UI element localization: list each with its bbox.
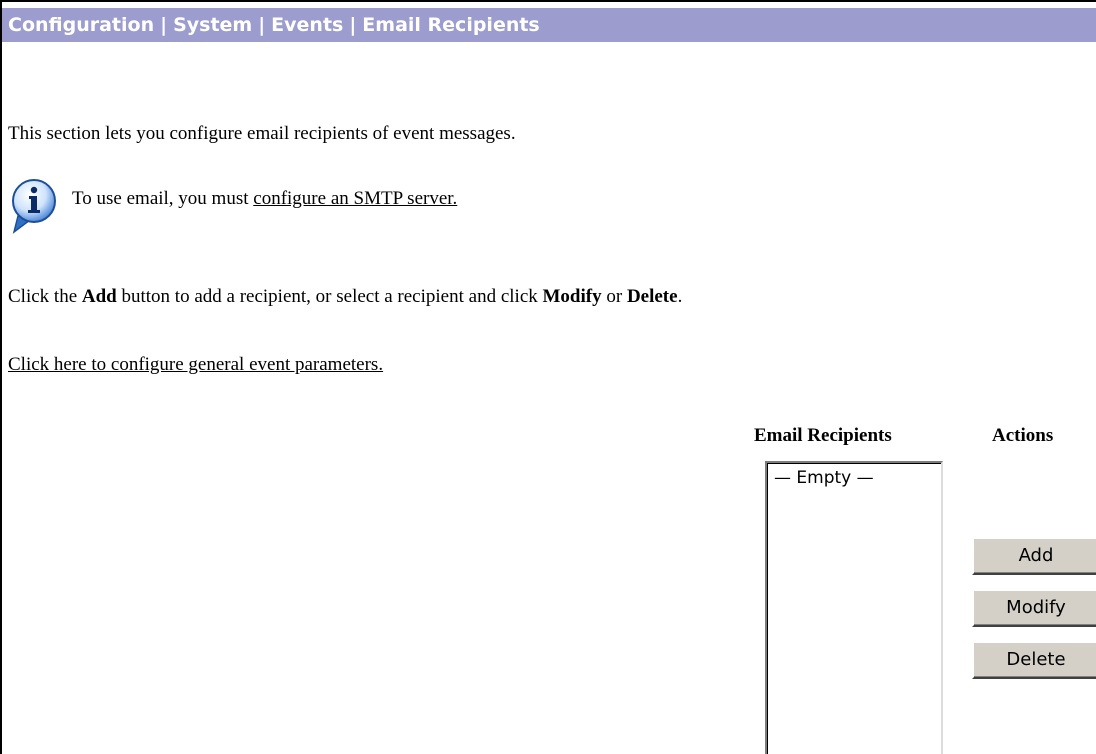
instructions-delete: Delete — [626, 286, 678, 307]
breadcrumb: Configuration | System | Events | Email Recipi… — [2, 8, 1096, 42]
delete-button[interactable]: Delete — [972, 641, 1096, 679]
breadcrumb-item-system: System — [173, 14, 253, 36]
modify-button[interactable]: Modify — [972, 589, 1096, 627]
breadcrumb-separator: | — [160, 14, 168, 36]
info-icon — [12, 179, 56, 234]
add-button[interactable]: Add — [972, 537, 1096, 575]
info-text: To use email, you must — [72, 188, 254, 209]
general-params-link-container: Click here to configure general event pa… — [8, 354, 383, 376]
breadcrumb-separator: | — [349, 14, 357, 36]
breadcrumb-item-events: Events — [271, 14, 344, 36]
breadcrumb-item-email-recipients: Email Recipients — [362, 14, 540, 36]
list-item[interactable]: — Empty — — [774, 468, 941, 488]
instructions-modify: Modify — [542, 286, 602, 307]
breadcrumb-separator: | — [258, 14, 266, 36]
info-message: To use email, you must configure an SMTP… — [72, 188, 457, 210]
configure-smtp-link[interactable]: configure an SMTP server. — [253, 188, 457, 209]
email-recipients-listbox[interactable]: — Empty — — [765, 461, 943, 754]
instructions-add: Add — [81, 286, 117, 307]
instructions-text: Click the Add button to add a recipient,… — [8, 286, 682, 308]
email-recipients-header: Email Recipients — [754, 425, 892, 446]
page: Configuration | System | Events | Email Recipi… — [0, 0, 1096, 754]
intro-text: This section lets you configure email re… — [8, 123, 516, 144]
instructions-part: . — [677, 286, 683, 307]
instructions-part: Click the — [8, 286, 82, 307]
general-event-params-link[interactable]: Click here to configure general event pa… — [8, 354, 383, 375]
breadcrumb-item-configuration: Configuration — [8, 14, 155, 36]
actions-header: Actions — [992, 425, 1054, 446]
instructions-part: button to add a recipient, or select a r… — [116, 286, 543, 307]
instructions-part: or — [601, 286, 627, 307]
